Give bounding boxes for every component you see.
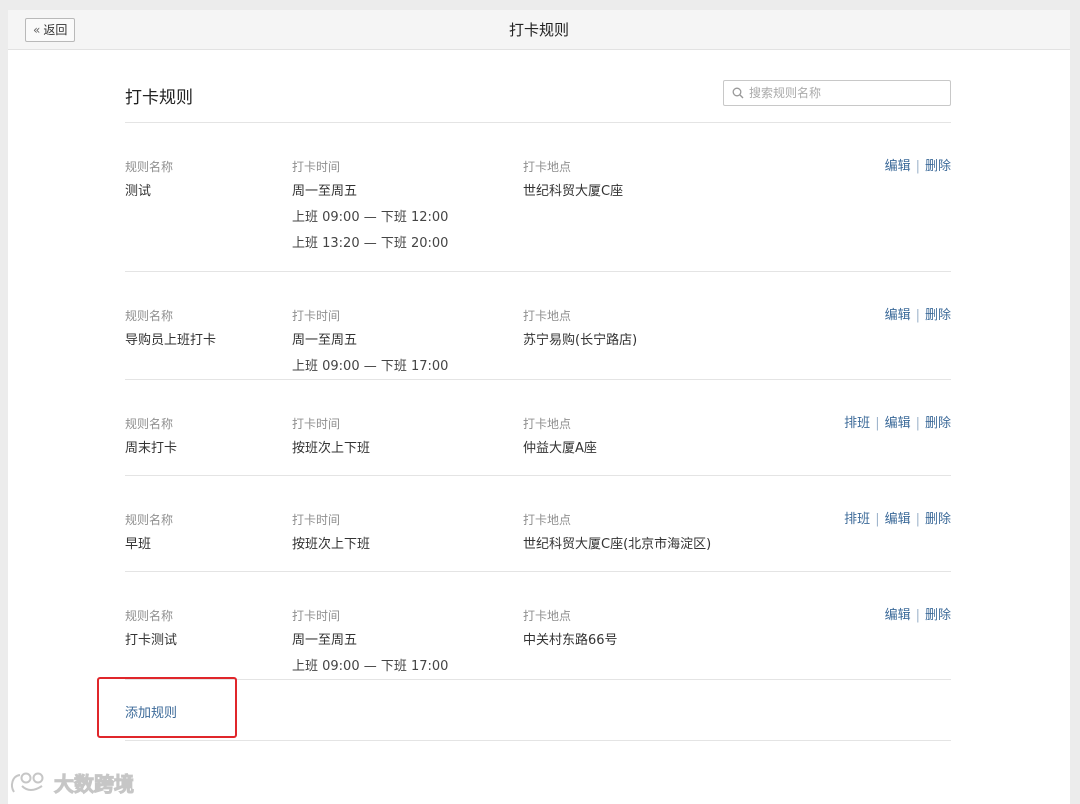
rule-actions: 排班 | 编辑 | 删除 — [844, 511, 951, 529]
rule-time-label: 打卡时间 — [292, 417, 341, 431]
rule-location-label: 打卡地点 — [523, 513, 572, 527]
rule-actions: 编辑 | 删除 — [885, 307, 951, 325]
search-box[interactable] — [723, 80, 951, 106]
main-content: 打卡规则 规则名称 测试 打卡时间 周一至周五 上班 09:00 — 下班 12… — [125, 50, 951, 741]
rule-name: 早班 — [125, 537, 152, 552]
rule-time-slot: 上班 09:00 — 下班 17:00 — [292, 359, 449, 374]
rule-time-main: 周一至周五 — [292, 633, 358, 648]
rule-location-column: 打卡地点 仲益大厦A座 — [523, 415, 597, 458]
rule-time-column: 打卡时间 周一至周五 上班 09:00 — 下班 17:00 — [292, 307, 448, 376]
rule-row: 规则名称 周末打卡 打卡时间 按班次上下班 打卡地点 仲益大厦A座 排班 | 编辑 |… — [125, 380, 951, 476]
rule-time-main: 按班次上下班 — [292, 537, 371, 552]
rule-row: 规则名称 导购员上班打卡 打卡时间 周一至周五 上班 09:00 — 下班 17… — [125, 272, 951, 380]
rule-time-main: 周一至周五 — [292, 333, 358, 348]
rule-time-label: 打卡时间 — [292, 513, 341, 527]
search-input[interactable] — [749, 86, 939, 100]
edit-link[interactable]: 编辑 — [885, 307, 911, 325]
rule-name-column: 规则名称 测试 — [125, 158, 173, 201]
rule-actions: 排班 | 编辑 | 删除 — [844, 415, 951, 433]
rule-name-column: 规则名称 早班 — [125, 511, 173, 554]
rule-location-column: 打卡地点 中关村东路66号 — [523, 607, 618, 650]
rule-location: 世纪科贸大厦C座 — [523, 184, 624, 199]
rule-location-column: 打卡地点 苏宁易购(长宁路店) — [523, 307, 637, 350]
schedule-link[interactable]: 排班 — [844, 511, 870, 529]
app-window: « 返回 打卡规则 打卡规则 规则名称 测试 打卡时间 周一至周五 上班 09:… — [8, 10, 1070, 804]
rule-location-label: 打卡地点 — [523, 309, 572, 323]
action-separator: | — [875, 512, 880, 527]
rule-time-label: 打卡时间 — [292, 309, 341, 323]
rule-location: 仲益大厦A座 — [523, 441, 597, 456]
rule-actions: 编辑 | 删除 — [885, 158, 951, 176]
rule-row: 规则名称 测试 打卡时间 周一至周五 上班 09:00 — 下班 12:00 上班… — [125, 123, 951, 272]
delete-link[interactable]: 删除 — [925, 607, 951, 625]
edit-link[interactable]: 编辑 — [885, 511, 911, 529]
delete-link[interactable]: 删除 — [925, 511, 951, 529]
rule-name: 打卡测试 — [125, 633, 178, 648]
rule-time-slot: 上班 13:20 — 下班 20:00 — [292, 236, 449, 251]
watermark-logo-icon — [11, 772, 44, 793]
rule-row: 规则名称 早班 打卡时间 按班次上下班 打卡地点 世纪科贸大厦C座(北京市海淀区… — [125, 476, 951, 572]
rule-time-main: 按班次上下班 — [292, 441, 371, 456]
rule-name-label: 规则名称 — [125, 417, 174, 431]
top-bar: « 返回 打卡规则 — [8, 10, 1070, 50]
delete-link[interactable]: 删除 — [925, 158, 951, 176]
rule-row: 规则名称 打卡测试 打卡时间 周一至周五 上班 09:00 — 下班 17:00… — [125, 572, 951, 680]
rule-time-column: 打卡时间 按班次上下班 — [292, 511, 370, 554]
rule-name-column: 规则名称 周末打卡 — [125, 415, 177, 458]
rule-name-label: 规则名称 — [125, 609, 174, 623]
rule-time-main: 周一至周五 — [292, 184, 358, 199]
rule-time-label: 打卡时间 — [292, 609, 341, 623]
rule-time-column: 打卡时间 周一至周五 上班 09:00 — 下班 12:00 上班 13:20 —… — [292, 158, 448, 253]
action-separator: | — [915, 608, 920, 623]
rule-name: 导购员上班打卡 — [125, 333, 217, 348]
rule-location-label: 打卡地点 — [523, 609, 572, 623]
rule-location-label: 打卡地点 — [523, 417, 572, 431]
schedule-link[interactable]: 排班 — [844, 415, 870, 433]
window-title: 打卡规则 — [508, 21, 569, 39]
page-header: 打卡规则 — [125, 50, 951, 123]
rule-name-column: 规则名称 打卡测试 — [125, 607, 177, 650]
rule-location: 中关村东路66号 — [523, 633, 618, 648]
edit-link[interactable]: 编辑 — [885, 415, 911, 433]
rule-location-column: 打卡地点 世纪科贸大厦C座(北京市海淀区) — [523, 511, 711, 554]
add-rule-link[interactable]: 添加规则 — [125, 702, 177, 721]
rule-name-label: 规则名称 — [125, 309, 174, 323]
rule-time-label: 打卡时间 — [292, 160, 341, 174]
delete-link[interactable]: 删除 — [925, 307, 951, 325]
action-separator: | — [915, 159, 920, 174]
rule-location-column: 打卡地点 世纪科贸大厦C座 — [523, 158, 623, 201]
rules-list: 规则名称 测试 打卡时间 周一至周五 上班 09:00 — 下班 12:00 上班… — [125, 123, 951, 680]
rule-time-column: 打卡时间 按班次上下班 — [292, 415, 370, 458]
rule-time-slot: 上班 09:00 — 下班 17:00 — [292, 659, 449, 674]
rule-location-label: 打卡地点 — [523, 160, 572, 174]
action-separator: | — [875, 416, 880, 431]
watermark: 大数跨境 — [8, 768, 135, 797]
rule-time-slot: 上班 09:00 — 下班 12:00 — [292, 210, 449, 225]
delete-link[interactable]: 删除 — [925, 415, 951, 433]
rule-location: 世纪科贸大厦C座(北京市海淀区) — [523, 537, 712, 552]
edit-link[interactable]: 编辑 — [885, 607, 911, 625]
rule-time-column: 打卡时间 周一至周五 上班 09:00 — 下班 17:00 — [292, 607, 448, 676]
rule-name: 测试 — [125, 184, 152, 199]
search-icon — [732, 87, 744, 99]
action-separator: | — [915, 308, 920, 323]
rule-actions: 编辑 | 删除 — [885, 607, 951, 625]
action-separator: | — [915, 512, 920, 527]
rule-location: 苏宁易购(长宁路店) — [523, 333, 638, 348]
rule-name-label: 规则名称 — [125, 513, 174, 527]
edit-link[interactable]: 编辑 — [885, 158, 911, 176]
rule-name: 周末打卡 — [125, 441, 178, 456]
watermark-text: 大数跨境 — [54, 772, 135, 797]
action-separator: | — [915, 416, 920, 431]
add-rule-row: 添加规则 — [125, 680, 951, 741]
page-title: 打卡规则 — [125, 88, 193, 108]
rule-name-column: 规则名称 导购员上班打卡 — [125, 307, 216, 350]
rule-name-label: 规则名称 — [125, 160, 174, 174]
